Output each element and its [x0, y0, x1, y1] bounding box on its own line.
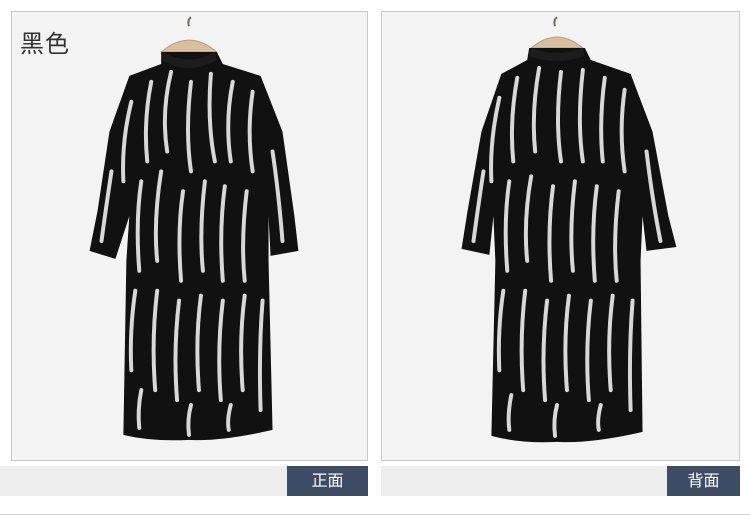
color-label: 黑色: [20, 30, 70, 58]
front-view-label: 正面: [287, 466, 368, 496]
back-dress-image: [461, 16, 677, 443]
front-view-photo: 黑色: [11, 11, 368, 461]
back-view-photo: [381, 11, 740, 461]
back-view-label: 背面: [667, 466, 740, 496]
front-dress-image: [89, 16, 299, 441]
divider-line: [0, 514, 750, 515]
